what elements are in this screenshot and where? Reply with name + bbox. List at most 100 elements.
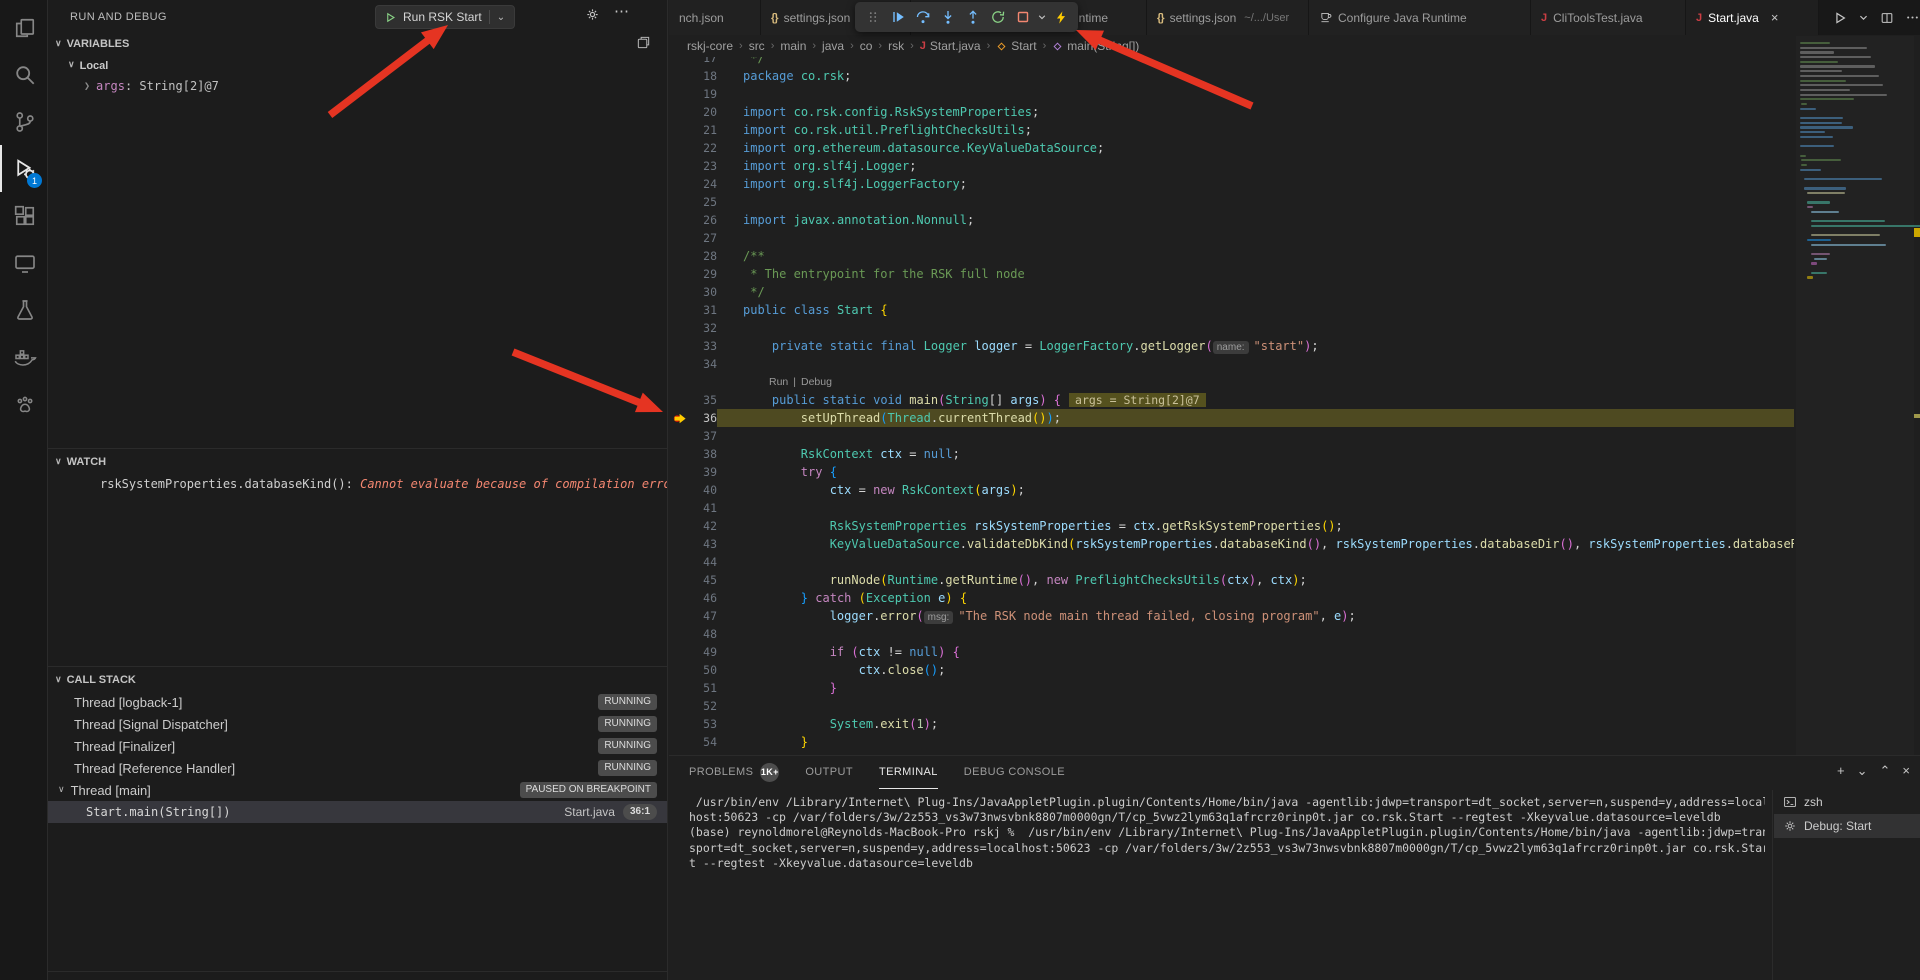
chevron-up-icon[interactable]: ⌃ bbox=[1880, 763, 1891, 779]
chevron-down-icon[interactable]: ⌄ bbox=[1857, 763, 1868, 779]
testing-icon[interactable] bbox=[0, 286, 47, 333]
gutter[interactable] bbox=[669, 445, 691, 463]
breadcrumb-item[interactable]: main(String[]) bbox=[1052, 39, 1139, 53]
extensions-icon[interactable] bbox=[0, 192, 47, 239]
gutter[interactable] bbox=[669, 139, 691, 157]
gutter[interactable] bbox=[669, 589, 691, 607]
gutter[interactable] bbox=[669, 535, 691, 553]
gutter[interactable] bbox=[669, 319, 691, 337]
tab-configure-java-runtime[interactable]: Configure Java Runtime bbox=[1309, 0, 1531, 35]
breadcrumb-item[interactable]: rsk bbox=[888, 39, 904, 53]
panel-tab-output[interactable]: OUTPUT bbox=[805, 756, 853, 789]
code-editor[interactable]: 17 */18package co.rsk;1920import co.rsk.… bbox=[669, 57, 1794, 755]
gear-icon[interactable] bbox=[585, 7, 600, 22]
gutter[interactable] bbox=[669, 355, 691, 373]
chevron-down-icon[interactable]: ⌄ bbox=[497, 12, 505, 23]
gutter[interactable] bbox=[669, 265, 691, 283]
stop-chevron-icon[interactable] bbox=[1035, 4, 1048, 30]
gutter[interactable] bbox=[669, 121, 691, 139]
thread-row[interactable]: Thread [logback-1]RUNNING bbox=[48, 691, 667, 713]
run-icon[interactable] bbox=[1833, 11, 1847, 25]
close-icon[interactable]: × bbox=[1902, 763, 1910, 779]
step-into-icon[interactable] bbox=[935, 4, 960, 30]
stop-icon[interactable] bbox=[1010, 4, 1035, 30]
gutter[interactable] bbox=[669, 481, 691, 499]
terminal-list-item-zsh[interactable]: zsh bbox=[1774, 790, 1920, 814]
thread-row[interactable]: Thread [Finalizer]RUNNING bbox=[48, 735, 667, 757]
gutter[interactable] bbox=[669, 697, 691, 715]
breakpoints-header[interactable]: ∨BREAKPOINTS bbox=[48, 974, 667, 980]
gutter[interactable] bbox=[669, 553, 691, 571]
breadcrumb-item[interactable]: rskj-core bbox=[687, 39, 733, 53]
split-editor-icon[interactable] bbox=[1880, 11, 1894, 25]
gutter[interactable] bbox=[669, 517, 691, 535]
gutter[interactable] bbox=[669, 337, 691, 355]
more-icon[interactable] bbox=[1905, 10, 1920, 25]
watch-header[interactable]: ∨WATCH bbox=[48, 451, 667, 473]
panel-tab-terminal[interactable]: TERMINAL bbox=[879, 756, 938, 789]
gutter[interactable] bbox=[669, 499, 691, 517]
breadcrumb-item[interactable]: Start bbox=[996, 39, 1036, 53]
breadcrumb-item[interactable]: src bbox=[749, 39, 765, 53]
gutter[interactable] bbox=[669, 175, 691, 193]
gutter[interactable] bbox=[669, 427, 691, 445]
codelens-run-link[interactable]: Run bbox=[769, 373, 788, 391]
tab-start-java[interactable]: JStart.java× bbox=[1686, 0, 1819, 35]
gutter[interactable] bbox=[669, 57, 691, 67]
gutter[interactable] bbox=[669, 571, 691, 589]
hot-code-replace-icon[interactable] bbox=[1048, 4, 1073, 30]
restart-icon[interactable] bbox=[985, 4, 1010, 30]
launch-config-button[interactable]: Run RSK Start ⌄ bbox=[375, 5, 515, 29]
search-icon[interactable] bbox=[0, 51, 47, 98]
gutter[interactable] bbox=[669, 715, 691, 733]
chevron-down-icon[interactable] bbox=[1858, 12, 1869, 23]
gutter[interactable] bbox=[669, 391, 691, 409]
explorer-icon[interactable] bbox=[0, 4, 47, 51]
minimap[interactable] bbox=[1796, 36, 1914, 755]
step-out-icon[interactable] bbox=[960, 4, 985, 30]
gutter[interactable] bbox=[669, 733, 691, 751]
breadcrumb-item[interactable]: JStart.java bbox=[920, 39, 981, 53]
breadcrumb-item[interactable]: java bbox=[822, 39, 844, 53]
gutter[interactable] bbox=[669, 625, 691, 643]
step-over-icon[interactable] bbox=[910, 4, 935, 30]
gutter[interactable] bbox=[669, 67, 691, 85]
run-debug-icon[interactable]: 1 bbox=[0, 145, 47, 192]
tab-clitoolstest-java[interactable]: JCliToolsTest.java bbox=[1531, 0, 1686, 35]
gutter[interactable] bbox=[669, 157, 691, 175]
gutter[interactable] bbox=[669, 661, 691, 679]
gutter[interactable] bbox=[669, 247, 691, 265]
breadcrumb-item[interactable]: co bbox=[860, 39, 873, 53]
breadcrumb-item[interactable]: main bbox=[780, 39, 806, 53]
gutter[interactable] bbox=[669, 301, 691, 319]
variable-args[interactable]: ❯ args: String[2]@7 bbox=[48, 76, 667, 96]
docker-icon[interactable] bbox=[0, 333, 47, 380]
thread-row[interactable]: ∨Thread [main]PAUSED ON BREAKPOINT bbox=[48, 779, 667, 801]
call-stack-header[interactable]: ∨CALL STACK bbox=[48, 669, 667, 691]
gutter[interactable] bbox=[669, 643, 691, 661]
gutter[interactable] bbox=[669, 679, 691, 697]
gutter[interactable] bbox=[669, 607, 691, 625]
close-icon[interactable]: × bbox=[1771, 10, 1779, 25]
stack-frame-row[interactable]: Start.main(String[])Start.java36:1 bbox=[48, 801, 667, 823]
thread-row[interactable]: Thread [Reference Handler]RUNNING bbox=[48, 757, 667, 779]
tab-settings-json[interactable]: {}settings.json~/.../User bbox=[1147, 0, 1309, 35]
gutter[interactable] bbox=[669, 463, 691, 481]
tab-nch-json[interactable]: nch.json bbox=[669, 0, 761, 35]
watch-expression-row[interactable]: rskSystemProperties.databaseKind(): Cann… bbox=[48, 477, 667, 497]
continue-icon[interactable] bbox=[885, 4, 910, 30]
gutter[interactable] bbox=[669, 103, 691, 121]
gutter[interactable] bbox=[669, 283, 691, 301]
more-actions-icon[interactable]: ⋯ bbox=[614, 2, 630, 20]
gutter[interactable] bbox=[669, 193, 691, 211]
gutter[interactable] bbox=[669, 211, 691, 229]
variables-scope-local[interactable]: ∨Local bbox=[48, 55, 667, 76]
current-statement-breakpoint-icon[interactable] bbox=[669, 409, 691, 427]
variables-header[interactable]: ∨VARIABLES bbox=[48, 33, 667, 55]
terminal-list-item-debug-start[interactable]: Debug: Start bbox=[1774, 814, 1920, 838]
gutter[interactable] bbox=[669, 85, 691, 103]
panel-tab-debug-console[interactable]: DEBUG CONSOLE bbox=[964, 756, 1065, 789]
animal-icon[interactable] bbox=[0, 380, 47, 427]
panel-tab-problems[interactable]: PROBLEMS1K+ bbox=[689, 756, 779, 789]
codelens-debug-link[interactable]: Debug bbox=[801, 373, 832, 391]
